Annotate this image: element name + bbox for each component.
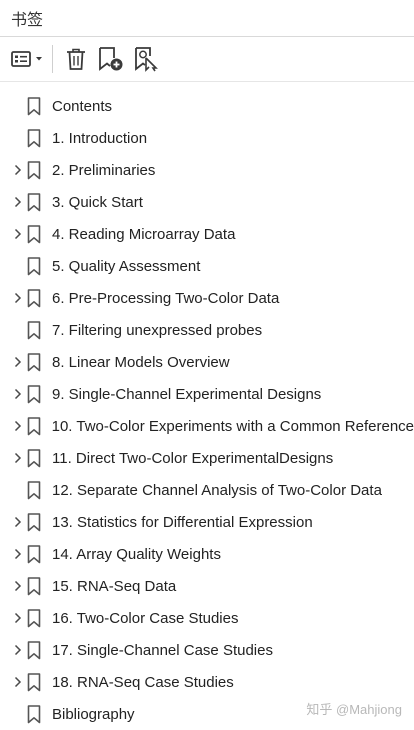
bookmark-row[interactable]: 4. Reading Microarray Data [0,218,414,250]
bookmark-label: 13. Statistics for Differential Expressi… [52,513,313,531]
bookmark-row[interactable]: 15. RNA-Seq Data [0,570,414,602]
bookmark-icon [27,288,41,308]
bookmark-row[interactable]: 16. Two-Color Case Studies [0,602,414,634]
bookmark-row[interactable]: 5. Quality Assessment [0,250,414,282]
bookmark-icon [27,448,41,468]
bookmark-label: 18. RNA-Seq Case Studies [52,673,234,691]
bookmark-icon [27,576,41,596]
bookmark-label: 10. Two-Color Experiments with a Common … [51,417,414,435]
bookmark-label: 12. Separate Channel Analysis of Two-Col… [52,481,382,499]
panel-header: 书签 [0,0,414,37]
bookmark-icon [27,128,41,148]
toolbar-separator [52,45,53,73]
bookmark-label: 1. Introduction [52,129,148,147]
chevron-right-icon[interactable] [2,410,22,442]
bookmark-row[interactable]: 2. Preliminaries [0,154,414,186]
bookmark-label: 15. RNA-Seq Data [52,577,177,595]
bookmark-label: 7. Filtering unexpressed probes [52,321,263,339]
bookmark-label: 9. Single-Channel Experimental Designs [52,385,322,403]
bookmark-list: Contents 1. Introduction 2. Preliminaries 3… [0,82,414,730]
bookmark-label: 17. Single-Channel Case Studies [52,641,273,659]
bookmark-icon [27,352,41,372]
add-bookmark-icon [99,47,123,71]
bookmark-row[interactable]: 3. Quick Start [0,186,414,218]
chevron-right-icon[interactable] [2,634,22,666]
bookmark-label: 8. Linear Models Overview [52,353,230,371]
chevron-right-icon[interactable] [2,602,22,634]
bookmark-icon [27,192,41,212]
bookmark-icon [27,320,41,340]
chevron-right-icon[interactable] [2,538,22,570]
bookmark-icon [27,416,41,436]
bookmark-row[interactable]: 10. Two-Color Experiments with a Common … [0,410,414,442]
chevron-right-icon[interactable] [2,666,22,698]
new-bookmark-button[interactable] [95,44,127,74]
find-bookmark-icon [135,47,158,72]
bookmark-icon [27,480,41,500]
bookmark-row[interactable]: 17. Single-Channel Case Studies [0,634,414,666]
bookmark-label: 16. Two-Color Case Studies [52,609,239,627]
bookmark-row[interactable]: 9. Single-Channel Experimental Designs [0,378,414,410]
panel-title: 书签 [11,12,44,29]
delete-bookmark-button[interactable] [61,44,91,74]
bookmark-row[interactable]: 11. Direct Two-Color ExperimentalDesigns [0,442,414,474]
chevron-right-icon[interactable] [2,378,22,410]
bookmark-row[interactable]: 7. Filtering unexpressed probes [0,314,414,346]
bookmark-label: Contents [52,97,113,115]
bookmark-label: 14. Array Quality Weights [52,545,221,563]
bookmark-label: 2. Preliminaries [52,161,156,179]
bookmark-icon [27,224,41,244]
bookmark-label: 6. Pre-Processing Two-Color Data [52,289,280,307]
bookmark-label: 11. Direct Two-Color ExperimentalDesigns [52,449,334,467]
bookmark-row[interactable]: 14. Array Quality Weights [0,538,414,570]
bookmark-row[interactable]: Contents [0,90,414,122]
bookmark-label: 4. Reading Microarray Data [52,225,236,243]
bookmark-icon [27,672,41,692]
chevron-right-icon[interactable] [2,506,22,538]
bookmark-row[interactable]: 12. Separate Channel Analysis of Two-Col… [0,474,414,506]
bookmark-label: 5. Quality Assessment [52,257,201,275]
bookmark-icon [27,608,41,628]
bookmark-row[interactable]: 18. RNA-Seq Case Studies [0,666,414,698]
bookmark-label: 3. Quick Start [52,193,143,211]
chevron-right-icon[interactable] [2,346,22,378]
bookmark-icon [27,544,41,564]
bookmark-icon [27,704,41,724]
bookmark-row[interactable]: 6. Pre-Processing Two-Color Data [0,282,414,314]
bookmark-row[interactable]: 8. Linear Models Overview [0,346,414,378]
bookmark-icon [27,96,41,116]
chevron-right-icon[interactable] [2,570,22,602]
bookmark-icon [27,512,41,532]
bookmark-icon [27,160,41,180]
find-current-bookmark-button[interactable] [131,44,163,74]
watermark: 知乎 @Mahjiong [306,702,402,717]
bookmark-icon [27,384,41,404]
options-dropdown-button[interactable] [10,44,46,74]
chevron-right-icon[interactable] [2,442,22,474]
bookmark-icon [27,640,41,660]
list-options-icon [11,51,42,67]
chevron-right-icon[interactable] [2,282,22,314]
bookmark-row[interactable]: 13. Statistics for Differential Expressi… [0,506,414,538]
bookmark-icon [27,256,41,276]
trash-icon [67,48,85,70]
bookmark-label: Bibliography [52,705,135,723]
chevron-right-icon[interactable] [2,218,22,250]
bookmarks-toolbar [0,37,414,82]
bookmark-row[interactable]: 1. Introduction [0,122,414,154]
chevron-right-icon[interactable] [2,154,22,186]
chevron-right-icon[interactable] [2,186,22,218]
